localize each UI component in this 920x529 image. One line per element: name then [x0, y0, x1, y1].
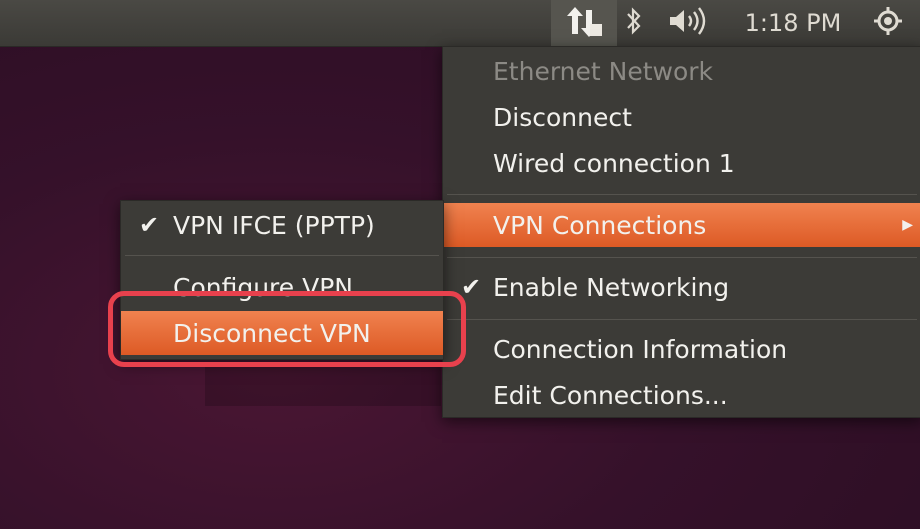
separator — [447, 194, 917, 195]
separator — [125, 255, 439, 256]
network-menu: Ethernet Network Disconnect Wired connec… — [442, 46, 920, 418]
top-panel: 1:18 PM — [0, 0, 920, 47]
menu-item-connection-information[interactable]: Connection Information — [443, 327, 920, 371]
volume-icon — [666, 6, 710, 40]
separator — [447, 319, 917, 320]
session-indicator[interactable] — [866, 0, 910, 46]
menu-item-vpn-connections[interactable]: VPN Connections ▶ — [443, 203, 920, 247]
separator — [447, 257, 917, 258]
network-indicator[interactable] — [551, 0, 617, 46]
section-title: Ethernet Network — [493, 56, 714, 86]
volume-indicator[interactable] — [660, 0, 716, 46]
checkmark-icon: ✔ — [461, 273, 482, 301]
power-icon — [873, 6, 903, 40]
submenu-arrow-icon: ▶ — [902, 217, 913, 233]
menu-item-wired-connection[interactable]: Wired connection 1 — [443, 141, 920, 185]
bluetooth-icon — [625, 6, 643, 40]
checkmark-icon: ✔ — [139, 211, 160, 239]
menu-item-edit-connections[interactable]: Edit Connections... — [443, 373, 920, 417]
network-icon — [564, 4, 604, 42]
menu-shadow — [205, 366, 441, 406]
menu-section-ethernet: Ethernet Network — [443, 49, 920, 93]
menu-item-disconnect[interactable]: Disconnect — [443, 95, 920, 139]
clock[interactable]: 1:18 PM — [728, 0, 858, 46]
menu-item-enable-networking[interactable]: ✔ Enable Networking — [443, 265, 920, 309]
annotation-highlight-ring — [108, 291, 466, 367]
menu-item-vpn-ifce[interactable]: ✔ VPN IFCE (PPTP) — [121, 203, 443, 247]
bluetooth-indicator[interactable] — [620, 0, 648, 46]
